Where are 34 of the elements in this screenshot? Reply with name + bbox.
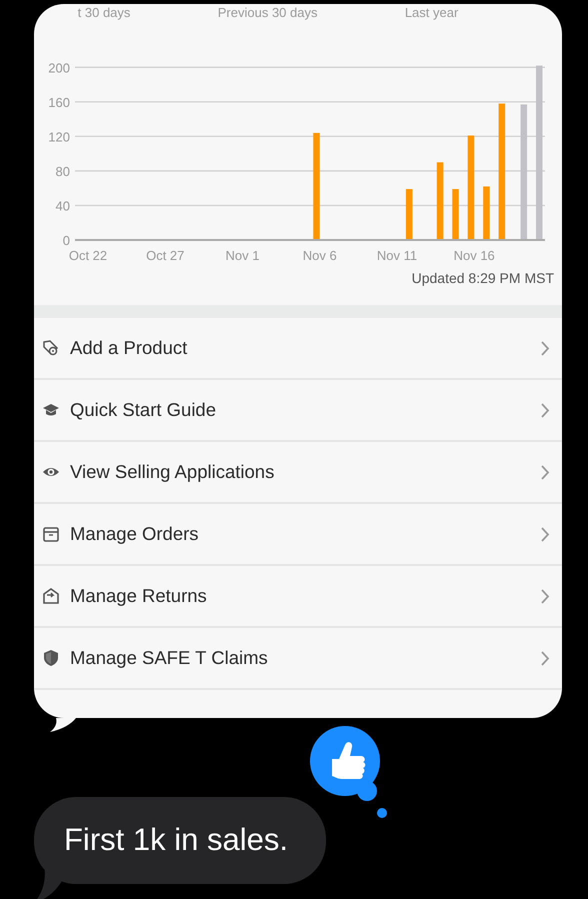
- axis-tick-label: Oct 27: [146, 248, 184, 263]
- message-bubble: First 1k in sales.: [34, 797, 326, 884]
- tag-icon: [42, 339, 60, 357]
- axis-tick-label: Oct 22: [68, 248, 108, 263]
- axis-tick-label: 160: [48, 94, 70, 110]
- chart-bar: [483, 186, 490, 239]
- chart-bar: [406, 189, 412, 239]
- chevron-icon: [541, 402, 550, 418]
- axis-tick-label: 0: [62, 233, 70, 248]
- axis-tick-label: 120: [48, 129, 70, 144]
- chevron-icon: [541, 340, 550, 356]
- chevron-icon: [541, 464, 550, 480]
- chevron-icon: [541, 526, 550, 542]
- menu-item[interactable]: Manage SAFE T Claims: [34, 628, 562, 690]
- chevron-icon: [541, 588, 550, 604]
- menu-item[interactable]: View Selling Applications: [34, 442, 562, 504]
- box-icon: [42, 525, 60, 543]
- shield-icon: [42, 649, 60, 667]
- thumbs-up-reaction-icon[interactable]: [308, 725, 390, 821]
- axis-tick-label: 40: [56, 198, 70, 214]
- chart-bar: [452, 189, 459, 239]
- axis-tick-label: Nov 6: [302, 248, 337, 263]
- chevron-icon: [541, 650, 550, 666]
- axis-tick-label: Nov 11: [376, 248, 418, 263]
- menu-item[interactable]: Quick Start Guide: [34, 380, 562, 442]
- menu-item[interactable]: Manage Returns: [34, 566, 562, 628]
- axis-tick-label: 200: [48, 60, 70, 76]
- axis-tick-label: 80: [56, 164, 70, 179]
- menu-item[interactable]: Manage Orders: [34, 504, 562, 566]
- axis-tick-label: Nov 16: [454, 248, 495, 263]
- menu-item[interactable]: Add a Product: [34, 318, 562, 380]
- updated-time: Updated 8:29 PM MST: [410, 269, 555, 288]
- axis-tick-label: Nov 1: [226, 248, 260, 263]
- package-arrow-icon: [42, 587, 60, 605]
